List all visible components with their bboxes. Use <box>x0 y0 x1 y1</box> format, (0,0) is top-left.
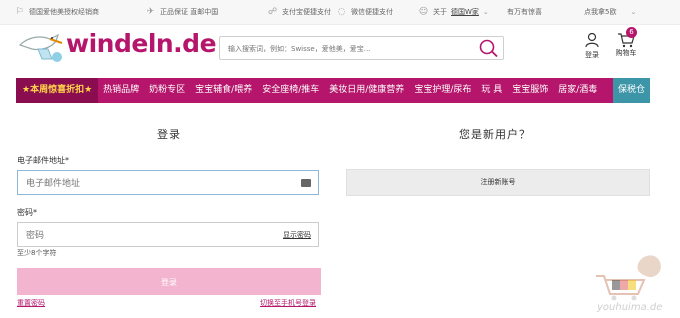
site-logo[interactable]: windeln.de <box>18 29 217 63</box>
topbar-item-authorized[interactable]: ⚐ 德国爱他美授权经销商 <box>14 7 99 17</box>
password-label: 密码* <box>17 208 37 217</box>
password-input[interactable] <box>24 228 278 244</box>
nav-item-toys[interactable]: 玩 具 <box>476 78 507 103</box>
nav-item-home[interactable]: 居家/酒毒 <box>553 78 602 103</box>
nav-item-milk-powder[interactable]: 奶粉专区 <box>144 78 190 103</box>
watermark-cart-icon <box>596 255 661 301</box>
login-label: 登录 <box>585 51 599 59</box>
register-title: 您是新用户？ <box>459 128 531 141</box>
switch-phone-login-link[interactable]: 切换至手机号登录 <box>260 298 316 308</box>
header-login[interactable]: 登录 <box>581 32 603 60</box>
nav-item-baby-food[interactable]: 宝宝辅食/喂养 <box>190 78 257 103</box>
topbar-item-about[interactable]: ☺ 关于 德国W家 ⌄ <box>418 7 489 17</box>
topbar-item-coupon[interactable]: 点我拿5欧 ⌄ <box>584 7 636 17</box>
register-button[interactable]: 注册新账号 <box>346 169 650 196</box>
nav-item-hot-brands[interactable]: 热销品牌 <box>98 78 144 103</box>
search-icon[interactable] <box>477 38 499 58</box>
nav-item-bonded-warehouse[interactable]: 保税仓 <box>612 78 650 103</box>
person-icon: ☺ <box>418 7 429 17</box>
login-title: 登录 <box>157 128 181 141</box>
email-field[interactable] <box>17 170 319 195</box>
logo-wordmark: windeln.de <box>66 29 217 58</box>
email-input[interactable] <box>24 176 278 192</box>
topbar-item-surprise[interactable]: 有万有惊喜 <box>507 7 542 17</box>
top-info-bar: ⚐ 德国爱他美授权经销商 ✈ 正品保证 直邮中国 ☍ 支付宝便捷支付 ◌ 微信便… <box>0 0 680 25</box>
plane-icon: ✈ <box>146 7 155 17</box>
about-link[interactable]: 德国W家 <box>451 7 479 17</box>
search-input[interactable] <box>226 40 470 57</box>
chat-icon: ◌ <box>337 7 346 17</box>
chevron-down-icon: ⌄ <box>482 8 489 16</box>
header-cart[interactable]: 6 购物车 <box>614 27 638 58</box>
nav-item-beauty-health[interactable]: 美妆日用/健康营养 <box>324 78 409 103</box>
password-field[interactable]: 显示密码 <box>17 222 319 247</box>
email-label: 电子邮件地址* <box>17 156 69 165</box>
topbar-item-wechat[interactable]: ◌ 微信便捷支付 <box>336 7 393 17</box>
cart-label: 购物车 <box>615 49 637 57</box>
nav-item-baby-care[interactable]: 宝宝护理/尿布 <box>409 78 476 103</box>
nav-item-car-seats[interactable]: 安全座椅/推车 <box>257 78 324 103</box>
login-button[interactable]: 登录 <box>17 268 321 295</box>
topbar-item-authentic[interactable]: ✈ 正品保证 直邮中国 <box>145 7 219 17</box>
search-box[interactable] <box>219 36 504 60</box>
flag-icon: ⚐ <box>15 7 24 17</box>
user-icon <box>585 32 599 48</box>
topbar-item-alipay[interactable]: ☍ 支付宝便捷支付 <box>267 7 331 17</box>
cart-count-badge: 6 <box>626 27 637 38</box>
show-password-link[interactable]: 显示密码 <box>283 230 311 240</box>
reset-password-link[interactable]: 重置密码 <box>17 298 45 308</box>
watermark: youhuima.de <box>592 250 680 318</box>
nav-item-baby-clothing[interactable]: 宝宝服饰 <box>507 78 553 103</box>
main-nav: ★本周惊喜折扣★ 热销品牌 奶粉专区 宝宝辅食/喂养 安全座椅/推车 美妆日用/… <box>16 78 650 103</box>
nav-item-weekly-deals[interactable]: ★本周惊喜折扣★ <box>16 78 99 103</box>
handshake-icon: ☍ <box>267 7 278 17</box>
autofill-icon[interactable] <box>301 179 311 187</box>
password-hint: 至少8个字符 <box>17 249 57 257</box>
chevron-down-icon: ⌄ <box>630 8 637 16</box>
watermark-text: youhuima.de <box>597 302 663 313</box>
stork-icon <box>18 33 63 62</box>
